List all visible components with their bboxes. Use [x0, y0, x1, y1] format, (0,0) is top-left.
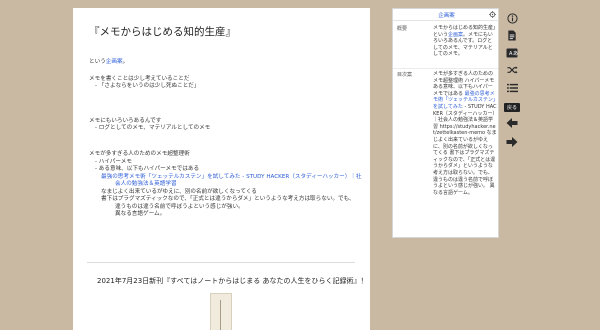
book-cover-image[interactable]: [210, 293, 232, 330]
main-page: 『メモからはじめる知的生産』 という企画案。 メモを書くことは少し考えていること…: [73, 8, 370, 330]
panel-header: 企画案: [393, 9, 498, 21]
section-3: メモが多すぎる人のためのメモ超整理術 ハイパーメモ ある意味、以下もハイパーメモ…: [89, 151, 362, 219]
panel-divider: [393, 68, 498, 69]
section-3-bullet-2: ある意味、以下もハイパーメモではある: [89, 166, 362, 174]
list-item: 書下はプラグマズティックなので、「正式とは違うからダメ」というような考え方は取ら…: [101, 196, 355, 203]
svg-text:あ: あ: [513, 51, 518, 57]
section-2: メモにもいろいろあるんです ログとしてのメモ、マテリアルとしてのメモ: [89, 118, 210, 132]
section-3-bullet-1: ハイパーメモ: [89, 159, 362, 167]
section-1-heading: メモを書くことは少し考えていることだ: [89, 76, 190, 82]
back-arrow-icon[interactable]: [504, 115, 520, 131]
overview-text: メモからはじめる知的生産」という企画案。メモにもいろいろあるんです。ログとしての…: [433, 25, 497, 58]
intro-link[interactable]: 企画案: [106, 59, 123, 65]
intro-suffix: 。: [122, 59, 129, 65]
page-title: 『メモからはじめる知的生産』: [89, 26, 236, 38]
shuffle-icon[interactable]: [504, 62, 520, 78]
section-1-bullet: 「さよならをいうのは少し死ぬことだ」: [89, 83, 200, 90]
info-icon[interactable]: [504, 10, 520, 26]
list-item: 異なる言語ゲーム。: [115, 211, 166, 218]
intro-prefix: という: [89, 59, 106, 65]
forward-arrow-icon[interactable]: [504, 134, 520, 150]
section-1: メモを書くことは少し考えていることだ 「さよならをいうのは少し死ぬことだ」: [89, 76, 200, 90]
document-icon[interactable]: [504, 27, 520, 43]
panel-title[interactable]: 企画案: [393, 11, 498, 19]
back-tooltip: 戻る: [504, 103, 521, 112]
gear-icon[interactable]: [489, 11, 496, 20]
side-panel: 企画案 概要 メモからはじめる知的生産」という企画案。メモにもいろいろあるんです…: [392, 8, 499, 238]
book-announcement: 2021年7月23日新刊『すべてはノートからはじまる あなたの人生をひらく記録術…: [97, 277, 368, 285]
toc-text-post: - STUDY HACKER（スタディーハッカー）｜社会人の勉強法＆英語学習 h…: [433, 103, 497, 196]
list-icon[interactable]: [504, 80, 520, 96]
section-3-heading: メモが多すぎる人のためのメモ超整理術: [89, 151, 190, 157]
intro-line: という企画案。: [89, 57, 128, 65]
toc-label: 目次案: [397, 72, 413, 78]
divider: [87, 262, 355, 263]
section-2-bullet: ログとしてのメモ、マテリアルとしてのメモ: [89, 125, 210, 132]
overview-link[interactable]: 企画案: [448, 32, 463, 38]
zettelkasten-link-cont[interactable]: 会人の勉強法＆英語学習: [89, 181, 362, 189]
toc-text: メモが多すぎる人のためのメモ超整理術 ハイパーメモ ある意味、以下もハイパーメモ…: [433, 71, 497, 196]
section-2-heading: メモにもいろいろあるんです: [89, 118, 162, 124]
overview-label: 概要: [397, 26, 408, 32]
dictionary-icon[interactable]: Aあ: [504, 45, 520, 61]
